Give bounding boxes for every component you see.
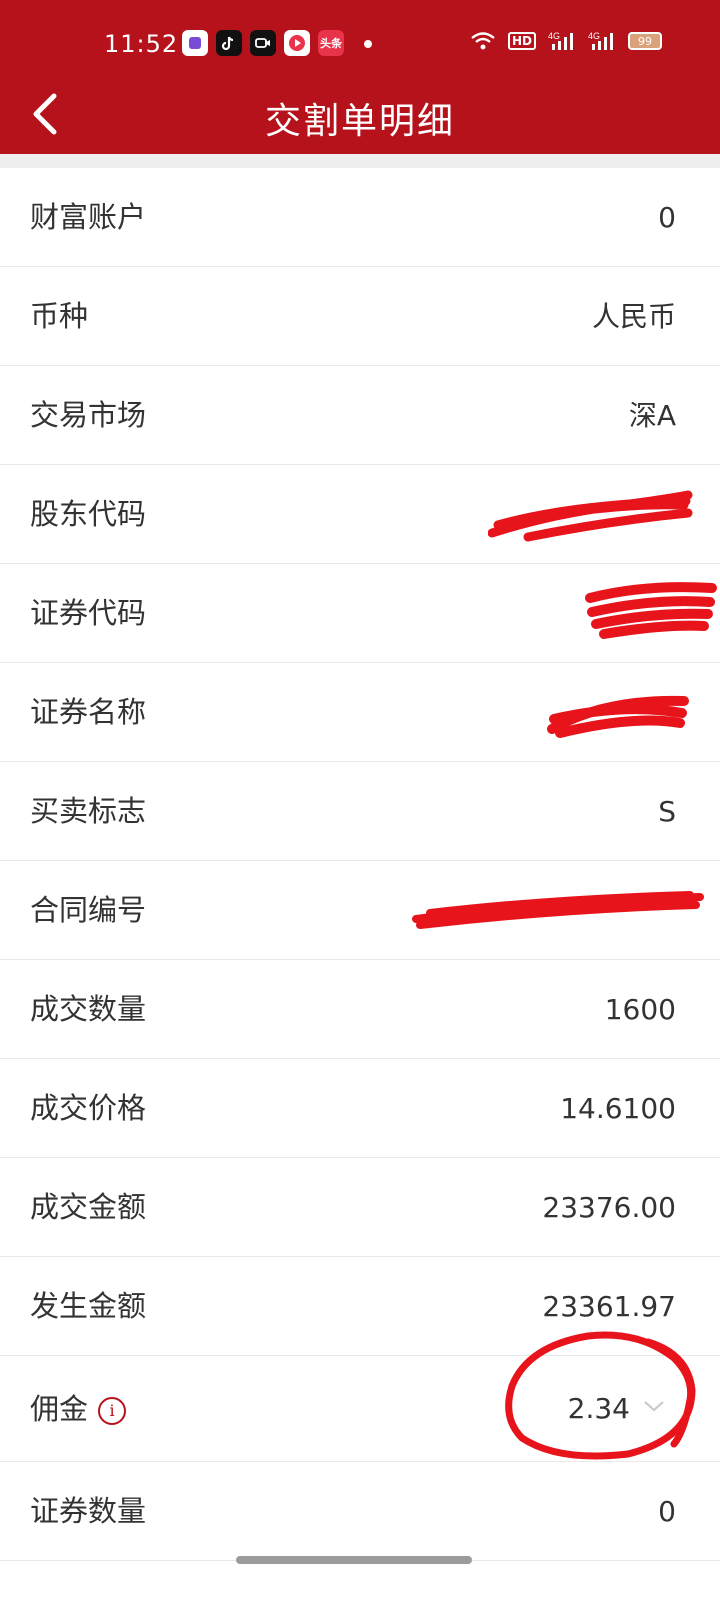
commission-label: 佣金	[30, 1392, 89, 1426]
row-label: 成交数量	[30, 992, 147, 1026]
detail-list: 财富账户 0 币种 人民币 交易市场 深A 股东代码 证券代码 证券名称 买卖标…	[0, 168, 720, 1561]
home-indicator[interactable]	[236, 1556, 472, 1564]
status-time: 11:52	[104, 30, 179, 58]
header-gap	[0, 154, 720, 168]
row-contract-number: 合同编号	[0, 861, 720, 960]
row-security-quantity: 证券数量 0	[0, 1462, 720, 1561]
row-value: 2.34	[567, 1392, 630, 1425]
system-icons: HD 4G 4G 99	[470, 30, 662, 52]
row-currency: 币种 人民币	[0, 267, 720, 366]
notification-dot	[364, 40, 372, 48]
row-value: S	[658, 795, 676, 828]
row-label: 证券数量	[30, 1494, 147, 1528]
row-label: 成交价格	[30, 1091, 147, 1125]
row-value: 23376.00	[542, 1191, 676, 1224]
row-label: 交易市场	[30, 398, 147, 432]
row-wealth-account: 财富账户 0	[0, 168, 720, 267]
row-trade-amount: 成交金额 23376.00	[0, 1158, 720, 1257]
row-value: 23361.97	[542, 1290, 676, 1323]
row-label: 证券名称	[30, 695, 147, 729]
row-shareholder-code: 股东代码	[0, 465, 720, 564]
row-label: 成交金额	[30, 1190, 147, 1224]
redaction-scribble	[585, 582, 717, 639]
svg-text:4G: 4G	[588, 31, 600, 41]
signal-4g-icon: 4G	[588, 31, 613, 50]
redaction-scribble	[488, 490, 693, 542]
row-market: 交易市场 深A	[0, 366, 720, 465]
toutiao-icon: 头条	[318, 30, 344, 56]
row-label: 证券代码	[30, 596, 147, 630]
row-label: 币种	[30, 299, 89, 333]
row-value: 0	[658, 201, 676, 234]
row-occurred-amount: 发生金额 23361.97	[0, 1257, 720, 1356]
row-buy-sell-flag: 买卖标志 S	[0, 762, 720, 861]
row-label: 合同编号	[30, 893, 147, 927]
row-security-code: 证券代码	[0, 564, 720, 663]
row-trade-price: 成交价格 14.6100	[0, 1059, 720, 1158]
row-value: 0	[658, 1495, 676, 1528]
row-value: 人民币	[591, 300, 676, 333]
status-bar: 11:52 头条 HD 4G 4G 99	[0, 24, 720, 68]
signal-4g-icon: 4G	[548, 31, 573, 50]
row-commission[interactable]: 佣金 i 2.34	[0, 1331, 720, 1462]
row-value: 深A	[628, 399, 676, 432]
row-label: 佣金 i	[30, 1356, 127, 1462]
wifi-icon	[471, 32, 495, 50]
chevron-down-icon[interactable]	[642, 1398, 666, 1414]
hd-icon: HD	[507, 32, 536, 50]
row-value: 14.6100	[560, 1092, 676, 1125]
battery-icon: 99	[628, 32, 662, 50]
svg-text:4G: 4G	[548, 31, 560, 41]
row-value: 1600	[604, 993, 676, 1026]
screen-record-icon	[182, 30, 208, 56]
tiktok-icon	[216, 30, 242, 56]
row-security-name: 证券名称	[0, 663, 720, 762]
redaction-scribble	[547, 695, 689, 738]
row-label: 买卖标志	[30, 794, 147, 828]
row-label: 发生金额	[30, 1289, 147, 1323]
row-trade-quantity: 成交数量 1600	[0, 960, 720, 1059]
app-header: 11:52 头条 HD 4G 4G 99 交割单明细	[0, 0, 720, 154]
row-label: 财富账户	[30, 200, 147, 234]
row-label: 股东代码	[30, 497, 147, 531]
info-icon[interactable]: i	[98, 1397, 127, 1425]
page-title: 交割单明细	[264, 101, 455, 142]
notification-icons: 头条	[182, 30, 344, 56]
camera-icon	[250, 30, 276, 56]
video-icon	[284, 30, 310, 56]
redaction-scribble	[412, 891, 704, 929]
